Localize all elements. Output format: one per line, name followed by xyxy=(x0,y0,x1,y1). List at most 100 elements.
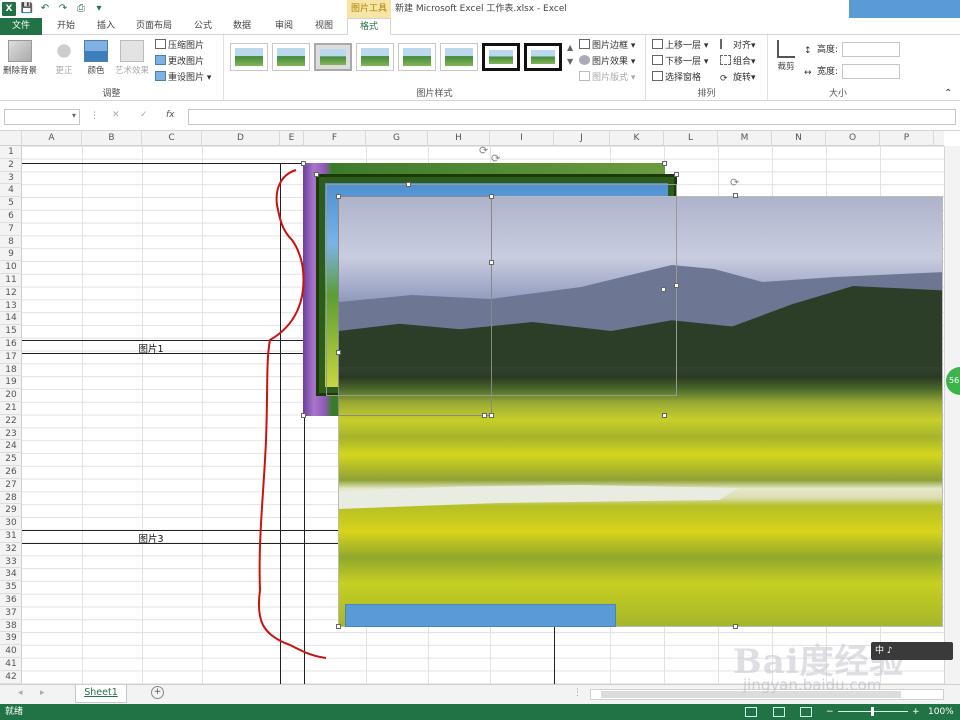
column-header[interactable]: I xyxy=(490,131,554,146)
resize-handle[interactable] xyxy=(661,287,666,292)
row-header[interactable]: 38 xyxy=(0,620,22,633)
column-header[interactable]: B xyxy=(82,131,142,146)
blue-rectangle-shape[interactable] xyxy=(345,604,616,627)
resize-handle[interactable] xyxy=(674,283,679,288)
column-header[interactable]: D xyxy=(202,131,280,146)
group-button[interactable]: 组合▾ xyxy=(720,55,756,69)
name-box[interactable]: ▾ xyxy=(4,109,80,125)
rotate-handle-icon[interactable]: ⟳ xyxy=(491,152,500,165)
row-header[interactable]: 26 xyxy=(0,466,22,479)
picture-style-3[interactable] xyxy=(314,43,352,71)
tab-data[interactable]: 数据 xyxy=(224,18,260,35)
picture-border-button[interactable]: 图片边框 ▾ xyxy=(579,39,635,53)
resize-handle[interactable] xyxy=(406,182,411,187)
change-picture-button[interactable]: 更改图片 xyxy=(155,55,204,69)
tab-format[interactable]: 格式 xyxy=(347,18,391,35)
row-header[interactable]: 12 xyxy=(0,287,22,300)
row-header[interactable]: 29 xyxy=(0,504,22,518)
customize-qat-icon[interactable]: ▾ xyxy=(92,2,106,16)
resize-handle[interactable] xyxy=(662,161,667,166)
row-header[interactable]: 32 xyxy=(0,543,22,556)
redo-icon[interactable]: ↷ xyxy=(56,2,70,16)
column-header[interactable]: E xyxy=(280,131,304,146)
row-header[interactable]: 16 xyxy=(0,338,22,351)
page-break-view-icon[interactable] xyxy=(800,707,812,717)
bring-forward-button[interactable]: 上移一层 ▾ xyxy=(652,39,708,53)
save-icon[interactable]: 💾 xyxy=(20,2,34,16)
zoom-out-icon[interactable]: − xyxy=(826,704,834,720)
picture-effects-button[interactable]: 图片效果 ▾ xyxy=(579,55,635,69)
row-header[interactable]: 41 xyxy=(0,658,22,671)
row-header[interactable]: 21 xyxy=(0,402,22,415)
row-header[interactable]: 5 xyxy=(0,197,22,210)
column-header[interactable]: P xyxy=(880,131,934,146)
row-header[interactable]: 25 xyxy=(0,453,22,466)
column-header[interactable]: K xyxy=(610,131,664,146)
add-sheet-icon[interactable]: + xyxy=(151,686,164,699)
column-header[interactable]: F xyxy=(304,131,366,146)
row-header[interactable]: 40 xyxy=(0,645,22,658)
picture-style-8[interactable] xyxy=(524,43,562,71)
reset-picture-button[interactable]: 重设图片 ▾ xyxy=(155,71,211,85)
print-preview-icon[interactable]: ⎙ xyxy=(74,2,88,16)
styles-scroll-down[interactable]: ▼ xyxy=(567,55,573,69)
row-header[interactable]: 36 xyxy=(0,594,22,607)
column-header[interactable]: L xyxy=(664,131,718,146)
tab-page-layout[interactable]: 页面布局 xyxy=(128,18,180,35)
row-header[interactable]: 20 xyxy=(0,389,22,402)
picture-style-4[interactable] xyxy=(356,43,394,71)
row-header[interactable]: 34 xyxy=(0,568,22,582)
cancel-entry-icon[interactable]: ✕ xyxy=(112,110,120,120)
row-header[interactable]: 9 xyxy=(0,248,22,262)
row-header[interactable]: 13 xyxy=(0,300,22,313)
compress-pictures-button[interactable]: 压缩图片 xyxy=(155,39,204,53)
row-header[interactable]: 23 xyxy=(0,428,22,441)
row-header[interactable]: 37 xyxy=(0,607,22,620)
name-box-dropdown-icon[interactable]: ▾ xyxy=(72,111,76,120)
tab-home[interactable]: 开始 xyxy=(48,18,84,35)
column-header[interactable]: N xyxy=(772,131,826,146)
send-backward-button[interactable]: 下移一层 ▾ xyxy=(652,55,708,69)
rotate-handle-icon[interactable]: ⟳ xyxy=(730,176,739,189)
next-sheet-icon[interactable]: ▸ xyxy=(40,688,45,698)
picture-layout-button[interactable]: 图片版式 ▾ xyxy=(579,71,635,85)
row-header[interactable]: 27 xyxy=(0,479,22,492)
column-header[interactable]: G xyxy=(366,131,428,146)
resize-handle[interactable] xyxy=(733,193,738,198)
collapse-ribbon-icon[interactable]: ⌃ xyxy=(944,87,952,101)
scroll-divider-icon[interactable]: ⋮ xyxy=(573,688,582,698)
zoom-slider-thumb[interactable] xyxy=(871,707,874,716)
page-layout-view-icon[interactable] xyxy=(773,707,785,717)
zoom-in-icon[interactable]: + xyxy=(912,704,920,720)
row-header[interactable]: 7 xyxy=(0,223,22,236)
row-header[interactable]: 6 xyxy=(0,210,22,223)
selection-pane-button[interactable]: 选择窗格 xyxy=(652,71,701,85)
sheet-tab[interactable]: Sheet1 xyxy=(75,685,127,703)
tab-review[interactable]: 审阅 xyxy=(266,18,302,35)
column-header[interactable]: J xyxy=(554,131,610,146)
picture-style-6[interactable] xyxy=(440,43,478,71)
artistic-effects-button[interactable]: 艺术效果 xyxy=(112,38,152,84)
row-header[interactable]: 1 xyxy=(0,146,22,159)
styles-scroll-up[interactable]: ▲ xyxy=(567,41,573,55)
row-header[interactable]: 33 xyxy=(0,556,22,569)
rotate-button[interactable]: ⟳ 旋转▾ xyxy=(720,71,756,85)
row-header[interactable]: 15 xyxy=(0,325,22,338)
remove-background-button[interactable]: 删除背景 xyxy=(2,38,38,84)
row-header[interactable]: 10 xyxy=(0,261,22,274)
row-header[interactable]: 17 xyxy=(0,351,22,364)
picture-style-7[interactable] xyxy=(482,43,520,71)
prev-sheet-icon[interactable]: ◂ xyxy=(18,688,23,698)
row-header[interactable]: 3 xyxy=(0,172,22,185)
picture-style-2[interactable] xyxy=(272,43,310,71)
resize-handle[interactable] xyxy=(489,413,494,418)
select-all-corner[interactable] xyxy=(0,131,22,146)
normal-view-icon[interactable] xyxy=(745,707,757,717)
row-header[interactable]: 31 xyxy=(0,530,22,543)
row-header[interactable]: 30 xyxy=(0,517,22,530)
row-header[interactable]: 18 xyxy=(0,364,22,377)
undo-icon[interactable]: ↶ xyxy=(38,2,52,16)
row-header[interactable]: 2 xyxy=(0,159,22,172)
row-header[interactable]: 11 xyxy=(0,274,22,287)
vertical-scrollbar[interactable] xyxy=(944,146,960,684)
